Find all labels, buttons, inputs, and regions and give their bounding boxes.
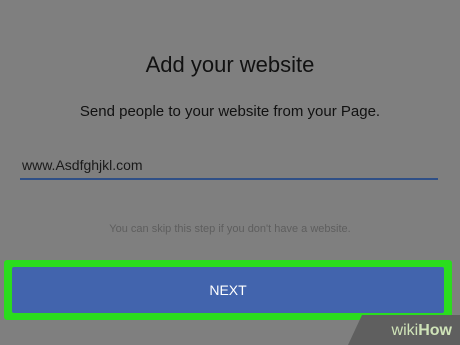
page-title: Add your website	[145, 52, 315, 77]
next-button[interactable]: NEXT	[12, 267, 444, 313]
skip-hint: You can skip this step if you don't have…	[109, 223, 351, 235]
wikihow-watermark-how: How	[418, 322, 452, 339]
website-url-input[interactable]	[20, 152, 438, 180]
page-subtitle: Send people to your website from your Pa…	[79, 103, 381, 120]
wikihow-watermark: wikiHow	[392, 322, 452, 340]
wikihow-watermark-wiki: wiki	[391, 322, 419, 339]
